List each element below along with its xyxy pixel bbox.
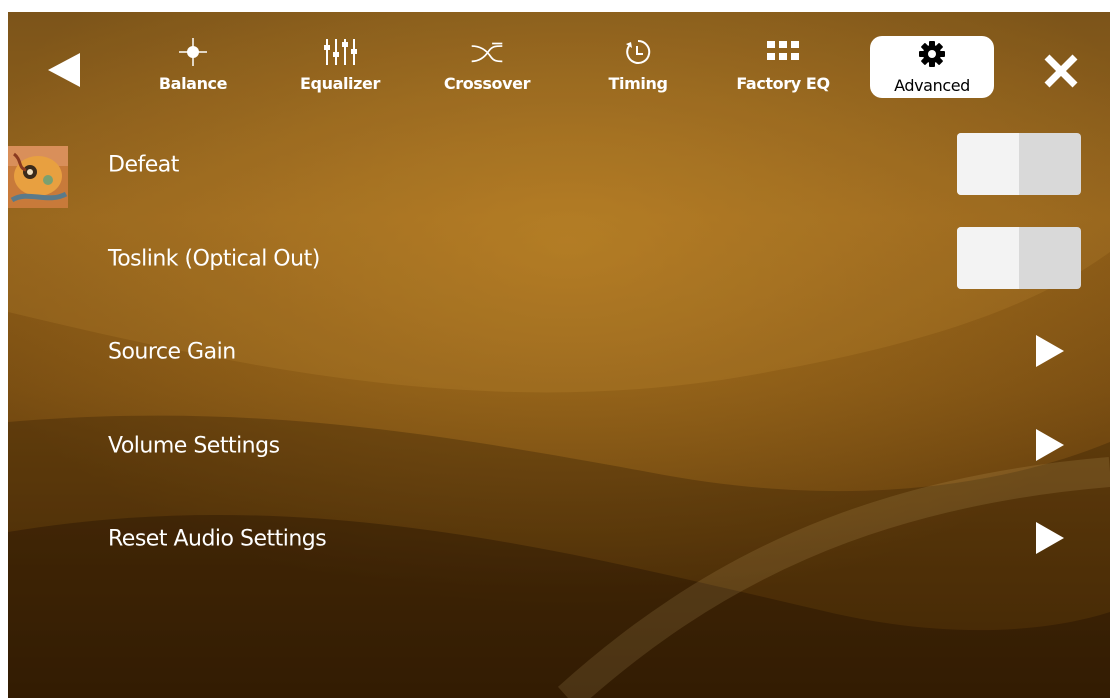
app-thumbnail bbox=[8, 146, 68, 208]
timing-clock-icon bbox=[621, 36, 655, 68]
chevron-right-icon[interactable] bbox=[1036, 335, 1066, 369]
close-x-icon bbox=[1044, 54, 1078, 88]
equalizer-sliders-icon bbox=[323, 36, 357, 68]
balance-target-icon bbox=[176, 36, 210, 68]
tab-label: Crossover bbox=[443, 74, 531, 93]
tab-label: Equalizer bbox=[300, 74, 380, 93]
tab-label: Advanced bbox=[894, 76, 970, 95]
toslink-toggle[interactable] bbox=[957, 227, 1081, 289]
setting-row-defeat[interactable]: Defeat bbox=[108, 133, 1088, 197]
tab-timing[interactable]: Timing bbox=[603, 36, 673, 100]
chevron-right-icon[interactable] bbox=[1036, 522, 1066, 556]
gear-icon bbox=[915, 38, 949, 70]
tab-label: Timing bbox=[608, 74, 668, 93]
crossover-curves-icon bbox=[470, 36, 504, 68]
setting-row-volume-settings[interactable]: Volume Settings bbox=[108, 414, 1088, 478]
setting-row-source-gain[interactable]: Source Gain bbox=[108, 320, 1088, 384]
screen: Balance Equalizer Crossover Timing Facto… bbox=[8, 12, 1110, 698]
setting-row-reset-audio-settings[interactable]: Reset Audio Settings bbox=[108, 507, 1088, 571]
setting-label: Reset Audio Settings bbox=[108, 526, 327, 552]
defeat-toggle[interactable] bbox=[957, 133, 1081, 195]
factory-eq-grid-icon bbox=[766, 36, 800, 68]
tab-balance[interactable]: Balance bbox=[153, 36, 233, 100]
tab-label: Factory EQ bbox=[736, 74, 830, 93]
toggle-knob bbox=[957, 133, 1019, 195]
chevron-right-icon[interactable] bbox=[1036, 429, 1066, 463]
tab-advanced[interactable]: Advanced bbox=[870, 36, 994, 98]
toggle-knob bbox=[957, 227, 1019, 289]
setting-label: Source Gain bbox=[108, 339, 236, 365]
tab-label: Balance bbox=[158, 74, 228, 93]
back-button[interactable] bbox=[44, 50, 84, 90]
tab-equalizer[interactable]: Equalizer bbox=[296, 36, 384, 100]
setting-row-toslink[interactable]: Toslink (Optical Out) bbox=[108, 227, 1088, 291]
tab-factory-eq[interactable]: Factory EQ bbox=[733, 36, 833, 100]
setting-label: Defeat bbox=[108, 152, 179, 178]
setting-label: Volume Settings bbox=[108, 433, 280, 459]
close-button[interactable] bbox=[1042, 52, 1080, 90]
tab-crossover[interactable]: Crossover bbox=[441, 36, 533, 100]
back-triangle-icon bbox=[48, 53, 80, 87]
setting-label: Toslink (Optical Out) bbox=[108, 246, 320, 272]
